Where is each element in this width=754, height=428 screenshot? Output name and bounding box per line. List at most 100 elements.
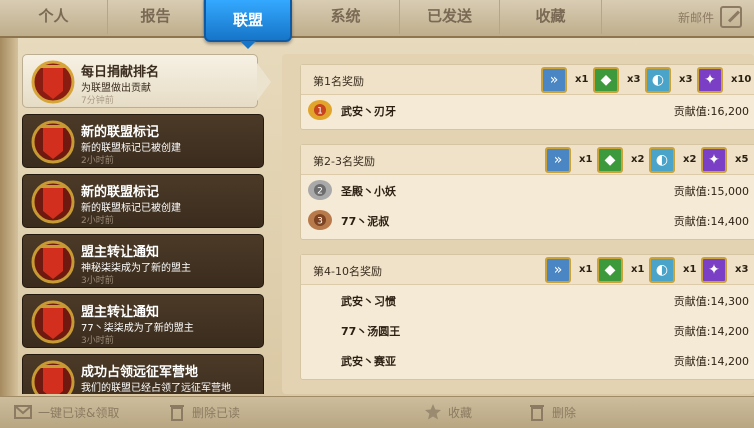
speedup-icon[interactable]: »: [541, 67, 567, 93]
alliance-banner-icon: [31, 300, 75, 344]
tab-sent[interactable]: 已发送: [400, 0, 500, 34]
player-name: 77丶汤圆王: [341, 325, 401, 338]
mail-time: 7分钟前: [81, 96, 114, 106]
crystal-icon[interactable]: ✦: [697, 67, 723, 93]
player-name: 圣殿丶小妖: [341, 185, 396, 198]
tab-label: 系统: [330, 7, 361, 25]
rank-row: 2 圣殿丶小妖 贡献值:15,000: [301, 175, 754, 205]
bronze-medal-icon: 3: [308, 210, 332, 230]
contribution-value: 贡献值:14,400: [674, 213, 749, 229]
contribution-label: 贡献值:: [673, 105, 711, 118]
mail-item[interactable]: 盟主转让通知 神秘柒柒成为了新的盟主 3小时前: [22, 234, 264, 288]
tab-bar: 个人 报告 联盟 系统 已发送 收藏: [0, 0, 754, 49]
crystal-icon[interactable]: ✦: [701, 257, 727, 283]
mail-item[interactable]: 每日捐献排名 为联盟做出贡献 7分钟前: [22, 54, 271, 108]
shield-icon[interactable]: ◆: [593, 67, 619, 93]
tab-personal[interactable]: 个人: [0, 0, 108, 34]
contribution-label: 贡献值:: [673, 295, 711, 308]
player-name: 武安丶赛亚: [341, 355, 396, 368]
reward-count: x1: [631, 264, 645, 275]
reward-count: x2: [631, 154, 645, 165]
rank-row: 1 武安丶刃牙 贡献值:16,200: [301, 95, 754, 125]
mail-subtitle: 我们的联盟已经占领了远征军营地: [81, 383, 231, 394]
silver-medal-icon: 2: [308, 180, 332, 200]
reward-header: 第2-3名奖励 » x1 ◆ x2 ◐ x2 ✦ x5: [301, 145, 754, 175]
mail-detail-panel: 第1名奖励 » x1 ◆ x3 ◐ x3 ✦ x10 1 武安丶刃牙 贡献值:1…: [282, 54, 754, 394]
reward-section-rank1: 第1名奖励 » x1 ◆ x3 ◐ x3 ✦ x10 1 武安丶刃牙 贡献值:1…: [300, 64, 754, 130]
speedup-icon[interactable]: »: [545, 257, 571, 283]
section-title: 第4-10名奖励: [313, 265, 382, 278]
tab-label: 收藏: [535, 7, 566, 25]
contribution-label: 贡献值:: [673, 325, 711, 338]
reward-count: x3: [627, 74, 641, 85]
tab-label: 报告: [140, 7, 171, 25]
shield-icon[interactable]: ◆: [597, 147, 623, 173]
horn-icon[interactable]: ◐: [645, 67, 671, 93]
reward-header: 第4-10名奖励 » x1 ◆ x1 ◐ x1 ✦ x3: [301, 255, 754, 285]
rank-row: 77丶汤圆王 贡献值:14,200: [301, 315, 754, 345]
reward-count: x1: [683, 264, 697, 275]
speedup-icon[interactable]: »: [545, 147, 571, 173]
trash-icon: [170, 405, 184, 421]
shield-icon[interactable]: ◆: [597, 257, 623, 283]
tab-alliance[interactable]: 联盟: [204, 0, 292, 49]
contribution-label: 贡献值:: [673, 185, 711, 198]
tab-system[interactable]: 系统: [292, 0, 400, 34]
mail-title: 成功占领远征军营地: [81, 365, 199, 380]
rank-row: 武安丶赛亚 贡献值:14,200: [301, 345, 754, 375]
mail-time: 2小时前: [81, 156, 114, 166]
mail-item[interactable]: 盟主转让通知 77丶柒柒成为了新的盟主 3小时前: [22, 294, 264, 348]
tab-label: 个人: [38, 7, 69, 25]
tab-reports[interactable]: 报告: [108, 0, 204, 34]
mail-time: 2小时前: [81, 216, 114, 226]
star-icon: [425, 404, 441, 420]
contribution-value: 贡献值:16,200: [674, 103, 749, 119]
contribution-number: 14,200: [710, 325, 750, 338]
delete-read-label: 删除已读: [192, 405, 241, 420]
section-title: 第1名奖励: [313, 75, 364, 88]
contribution-label: 贡献值:: [673, 215, 711, 228]
delete-button[interactable]: 删除: [528, 403, 576, 421]
alliance-banner-icon: [31, 120, 75, 164]
alliance-banner-icon: [31, 60, 75, 104]
delete-label: 删除: [552, 405, 577, 420]
envelope-icon: [14, 405, 32, 419]
mail-title: 新的联盟标记: [81, 185, 160, 200]
contribution-number: 15,000: [710, 185, 750, 198]
new-mail-button[interactable]: 新邮件: [678, 6, 742, 28]
mail-item[interactable]: 新的联盟标记 新的联盟标记已被创建 2小时前: [22, 174, 264, 228]
read-all-button[interactable]: 一键已读&领取: [14, 403, 119, 421]
gold-medal-icon: 1: [308, 100, 332, 120]
mail-item[interactable]: 成功占领远征军营地 我们的联盟已经占领了远征军营地: [22, 354, 264, 394]
favorite-button[interactable]: 收藏: [424, 403, 472, 421]
rank-row: 武安丶习惯 贡献值:14,300: [301, 285, 754, 315]
player-name: 77丶泥叔: [341, 215, 390, 228]
mail-subtitle: 新的联盟标记已被创建: [81, 143, 181, 154]
reward-section-rank2-3: 第2-3名奖励 » x1 ◆ x2 ◐ x2 ✦ x5 2 圣殿丶小妖 贡献值:…: [300, 144, 754, 240]
reward-count: x1: [579, 154, 593, 165]
player-name: 武安丶习惯: [341, 295, 396, 308]
reward-count: x1: [575, 74, 589, 85]
contribution-number: 14,300: [710, 295, 750, 308]
rank-number: 1: [317, 107, 323, 117]
alliance-banner-icon: [31, 360, 75, 394]
read-all-label: 一键已读&领取: [38, 405, 120, 420]
contribution-label: 贡献值:: [673, 355, 711, 368]
trash-icon: [530, 405, 544, 421]
contribution-value: 贡献值:14,200: [674, 353, 749, 369]
mail-item[interactable]: 新的联盟标记 新的联盟标记已被创建 2小时前: [22, 114, 264, 168]
mail-subtitle: 77丶柒柒成为了新的盟主: [81, 323, 194, 334]
contribution-value: 贡献值:14,200: [674, 323, 749, 339]
horn-icon[interactable]: ◐: [649, 147, 675, 173]
reward-header: 第1名奖励 » x1 ◆ x3 ◐ x3 ✦ x10: [301, 65, 754, 95]
delete-read-button[interactable]: 删除已读: [168, 403, 240, 421]
crystal-icon[interactable]: ✦: [701, 147, 727, 173]
contribution-number: 16,200: [710, 105, 750, 118]
mail-title: 盟主转让通知: [81, 245, 160, 260]
horn-icon[interactable]: ◐: [649, 257, 675, 283]
mail-time: 3小时前: [81, 276, 114, 286]
rank-number: 2: [317, 187, 323, 197]
tab-label: 已发送: [426, 7, 472, 25]
mail-title: 盟主转让通知: [81, 305, 160, 320]
tab-favorites[interactable]: 收藏: [500, 0, 602, 34]
